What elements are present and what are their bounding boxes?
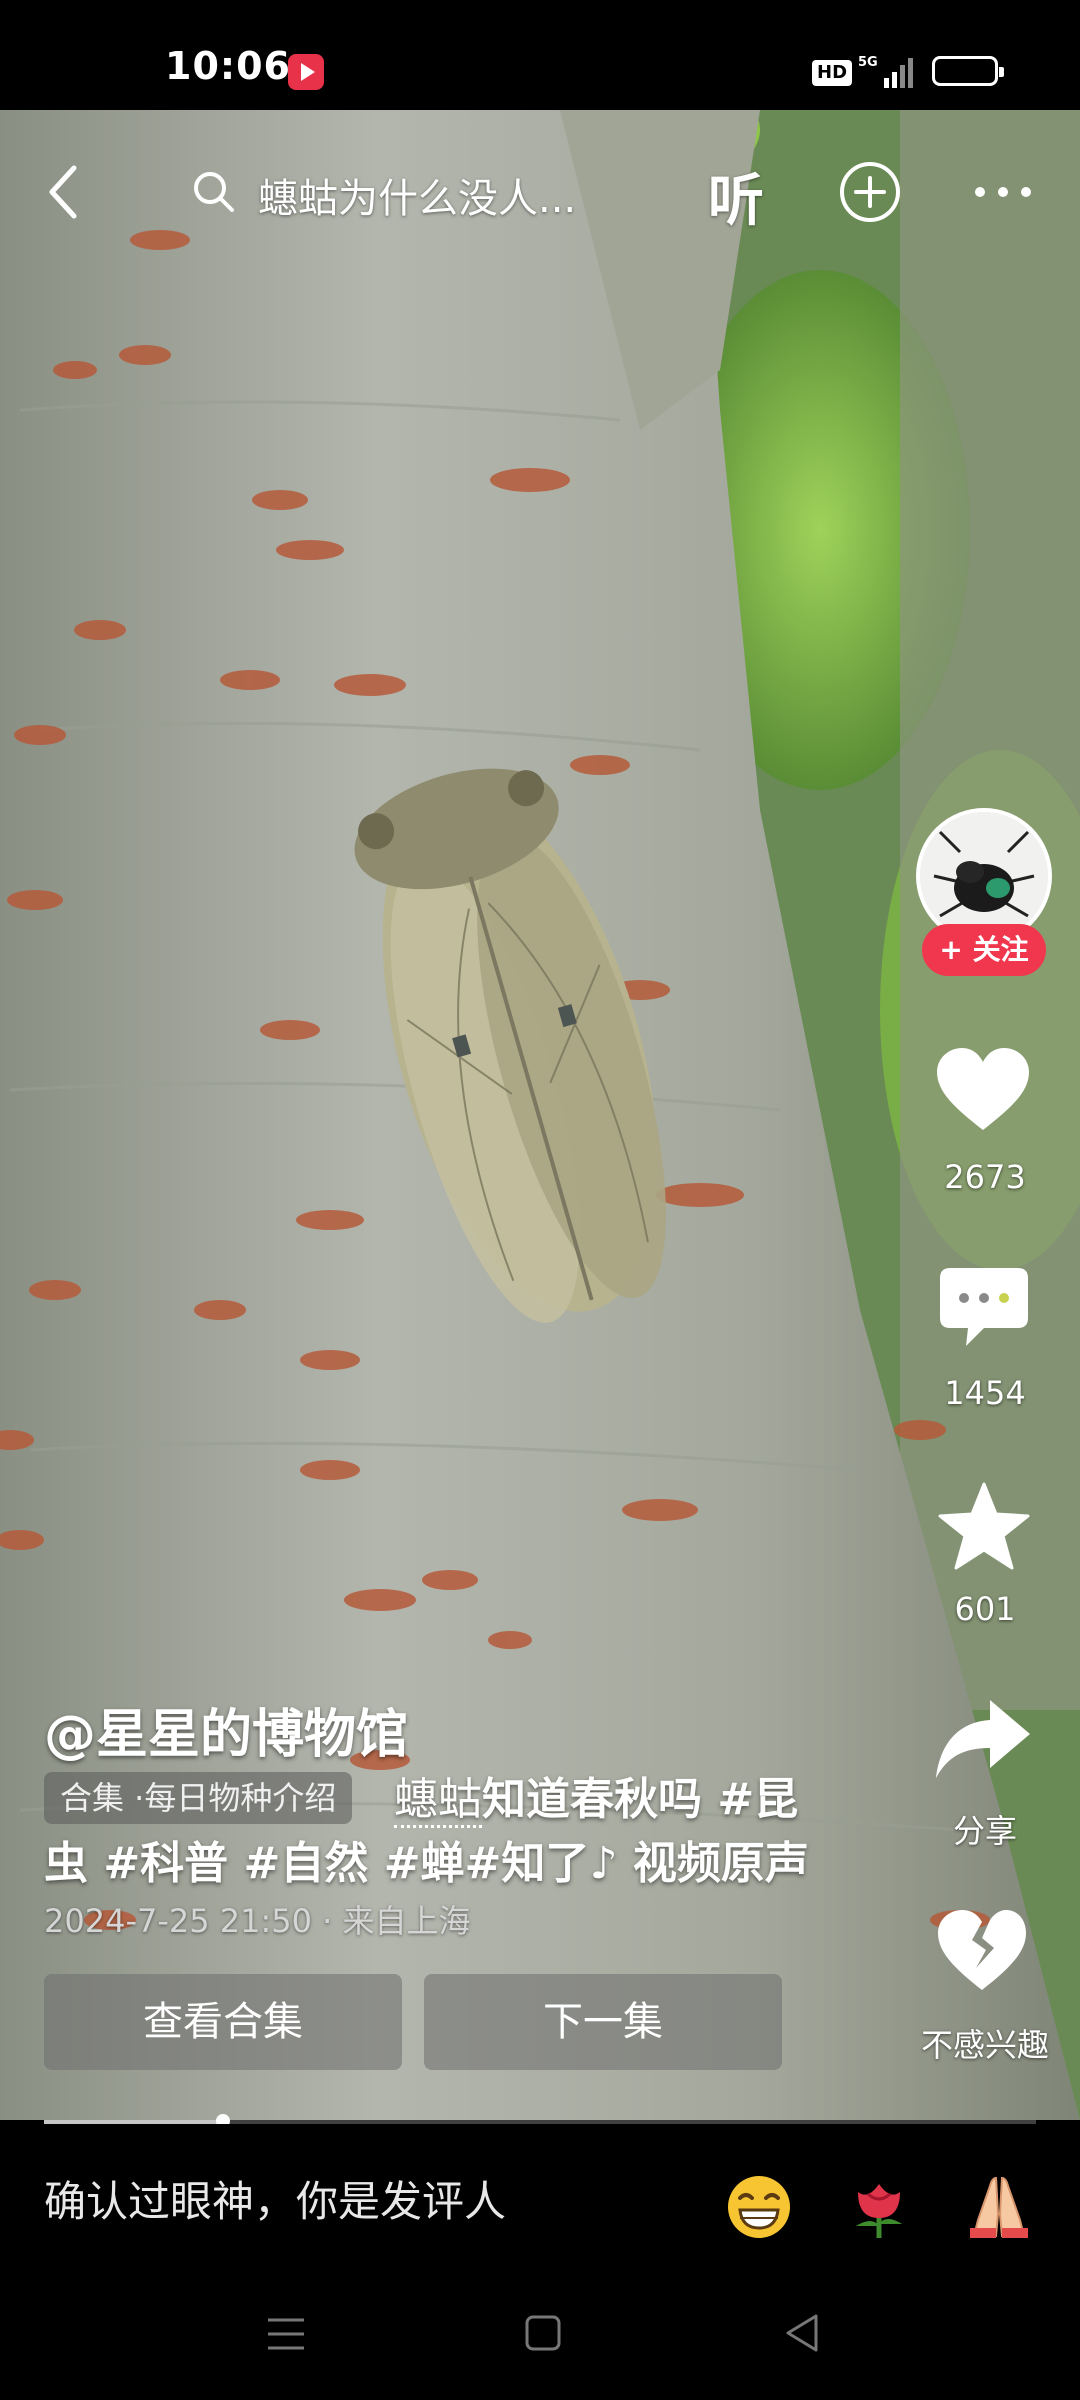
- hd-badge: HD: [812, 60, 853, 86]
- signal-5g-icon: 5G: [858, 55, 913, 88]
- follow-button[interactable]: + 关注: [922, 924, 1046, 976]
- post-meta: 2024-7-25 21:50 · 来自上海: [44, 1902, 471, 1940]
- folded-hands-icon[interactable]: [966, 2174, 1032, 2240]
- comment-input[interactable]: 确认过眼神，你是发评人: [44, 2168, 506, 2229]
- beetle-avatar-image: [920, 812, 1048, 940]
- battery-icon: [932, 56, 1004, 86]
- broken-heart-icon[interactable]: [936, 1910, 1028, 1994]
- home-icon[interactable]: [524, 2314, 562, 2352]
- listen-button[interactable]: 听: [708, 156, 764, 237]
- back-triangle-icon[interactable]: [782, 2312, 820, 2354]
- author-name[interactable]: @星星的博物馆: [44, 1692, 408, 1767]
- not-interested-label: 不感兴趣: [920, 2026, 1049, 2064]
- plus-circle-icon[interactable]: [838, 160, 902, 224]
- share-arrow-icon[interactable]: [934, 1700, 1030, 1780]
- heart-icon[interactable]: [935, 1048, 1031, 1134]
- search-icon: [194, 172, 234, 212]
- keyword-link[interactable]: 蟪蛄: [394, 1774, 482, 1828]
- share-label: 分享: [952, 1812, 1017, 1850]
- more-dots-icon[interactable]: [972, 180, 1034, 204]
- comment-icon[interactable]: [940, 1268, 1028, 1350]
- status-bar: [0, 0, 1080, 110]
- search-bar[interactable]: 蟪蛄为什么没人...: [190, 160, 630, 224]
- comment-count: 1454: [944, 1374, 1026, 1412]
- audio-label[interactable]: ♪ 视频原声: [589, 1838, 808, 1889]
- grinning-face-icon[interactable]: [726, 2174, 792, 2240]
- star-icon[interactable]: [938, 1482, 1030, 1570]
- screen-record-icon: [288, 54, 324, 90]
- collection-tag[interactable]: 合集 ·每日物种介绍: [44, 1772, 353, 1824]
- next-episode-button[interactable]: 下一集: [424, 1974, 782, 2070]
- status-time: 10:06: [165, 44, 291, 88]
- favorite-count: 601: [954, 1590, 1016, 1628]
- menu-icon[interactable]: [266, 2316, 306, 2352]
- rose-icon[interactable]: [846, 2174, 912, 2240]
- search-query-text: 蟪蛄为什么没人...: [258, 176, 577, 222]
- network-type-label: 5G: [858, 55, 878, 70]
- back-button[interactable]: [42, 160, 86, 224]
- like-count: 2673: [944, 1158, 1026, 1196]
- view-collection-button[interactable]: 查看合集: [44, 1974, 402, 2070]
